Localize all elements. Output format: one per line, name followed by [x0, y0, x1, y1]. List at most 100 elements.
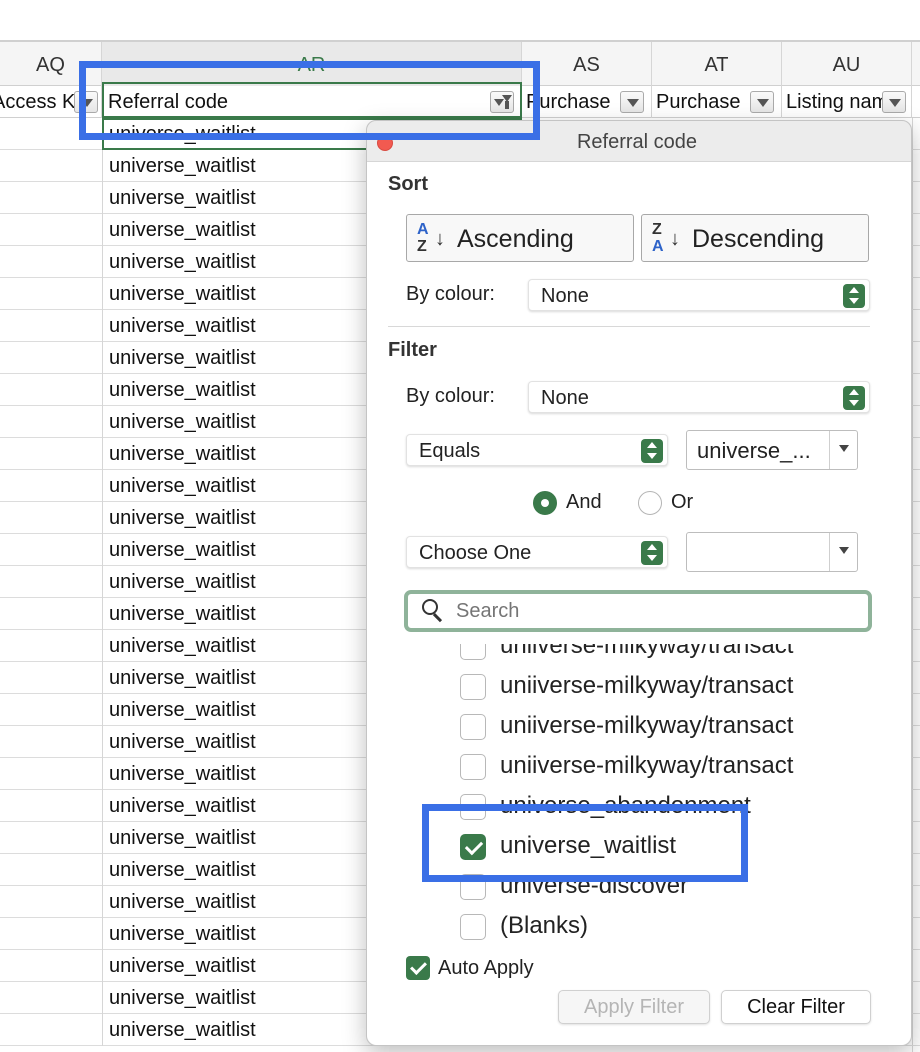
filter-condition-1-select[interactable]: Equals [406, 434, 668, 466]
section-divider [388, 326, 870, 327]
sort-ascending-label: Ascending [457, 225, 574, 253]
sort-section-label: Sort [388, 173, 428, 195]
cell-value: universe_waitlist [109, 475, 256, 497]
cell-value: universe_waitlist [109, 379, 256, 401]
chevron-down-icon [757, 99, 769, 107]
filter-search-field[interactable] [404, 590, 872, 632]
annotation-box-header [79, 61, 540, 140]
chevron-down-icon [839, 445, 849, 452]
cell-value: universe_waitlist [109, 763, 256, 785]
list-item-label: uniiverse-milkyway/transact [500, 644, 794, 659]
list-item-label: uniiverse-milkyway/transact [500, 672, 794, 699]
or-radio[interactable] [638, 491, 662, 515]
cell-value: universe_waitlist [109, 411, 256, 433]
arrow-down-icon: ↓ [670, 228, 680, 250]
up-down-stepper-icon [641, 541, 663, 565]
sort-icon-letter: A [652, 238, 664, 255]
sort-descending-button[interactable]: Z A ↓ Descending [641, 214, 869, 262]
cell-value: universe_waitlist [109, 219, 256, 241]
filter-value-2-combobox[interactable] [686, 532, 858, 572]
up-down-stepper-icon [843, 284, 865, 308]
list-item[interactable]: (Blanks) [406, 906, 870, 942]
select-value: Choose One [419, 542, 532, 564]
sort-icon-letter: A [417, 221, 429, 238]
up-down-stepper-icon [641, 439, 663, 463]
sort-icon-letter: Z [652, 221, 662, 238]
select-value: Equals [419, 440, 481, 462]
cell-value: universe_waitlist [109, 539, 256, 561]
header-cell-listing-name[interactable]: Listing name [782, 86, 912, 118]
cell-value: universe_waitlist [109, 667, 256, 689]
select-value: None [541, 387, 589, 409]
filter-section-label: Filter [388, 339, 437, 361]
sort-by-colour-select[interactable]: None [528, 279, 870, 311]
list-item[interactable]: uniiverse-milkyway/transact [406, 746, 870, 786]
cell-value: universe_waitlist [109, 507, 256, 529]
list-item-checkbox[interactable] [460, 644, 486, 660]
cell-value: universe_waitlist [109, 251, 256, 273]
header-cell-purchase[interactable]: Purchase [522, 86, 652, 118]
cell-value: universe_waitlist [109, 955, 256, 977]
cell-value: universe_waitlist [109, 635, 256, 657]
header-label: Purchase [656, 91, 741, 113]
search-input[interactable] [456, 596, 856, 626]
header-cell-purchase-2[interactable]: Purchase [652, 86, 782, 118]
cell-value: universe_waitlist [109, 987, 256, 1009]
apply-filter-button[interactable]: Apply Filter [558, 990, 710, 1024]
filter-condition-2-select[interactable]: Choose One [406, 536, 668, 568]
cell-value: universe_waitlist [109, 571, 256, 593]
chevron-down-icon [839, 547, 849, 554]
clear-filter-button[interactable]: Clear Filter [721, 990, 871, 1024]
list-item-checkbox[interactable] [460, 714, 486, 740]
auto-apply-checkbox[interactable] [406, 956, 430, 980]
column-letter-as[interactable]: AS [522, 42, 652, 88]
filter-values-list[interactable]: uniiverse-milkyway/transact uniiverse-mil… [406, 644, 870, 942]
cell-value: universe_waitlist [109, 699, 256, 721]
list-item-checkbox[interactable] [460, 754, 486, 780]
filter-dropdown-button[interactable] [882, 91, 906, 113]
cell-value: universe_waitlist [109, 1019, 256, 1041]
list-item-label: uniiverse-milkyway/transact [500, 712, 794, 739]
cell-value: universe_waitlist [109, 187, 256, 209]
search-icon [422, 599, 444, 623]
select-value: None [541, 285, 589, 307]
cell-value: universe_waitlist [109, 315, 256, 337]
cell-value: universe_waitlist [109, 283, 256, 305]
cell-value: universe_waitlist [109, 891, 256, 913]
cell-value: universe_waitlist [109, 731, 256, 753]
column-letter-au[interactable]: AU [782, 42, 912, 88]
list-item-checkbox[interactable] [460, 674, 486, 700]
filter-dropdown-button[interactable] [620, 91, 644, 113]
cell-value: universe_waitlist [109, 155, 256, 177]
list-item-label: (Blanks) [500, 912, 589, 939]
list-item-checkbox[interactable] [460, 914, 486, 940]
chevron-down-icon [627, 99, 639, 107]
and-radio[interactable] [533, 491, 557, 515]
cell-value: universe_waitlist [109, 347, 256, 369]
annotation-box-waitlist [422, 804, 748, 882]
combobox-dropdown-button[interactable] [829, 533, 857, 571]
sort-ascending-button[interactable]: A Z ↓ Ascending [406, 214, 634, 262]
filter-by-colour-select[interactable]: None [528, 381, 870, 413]
filter-dropdown-button[interactable] [750, 91, 774, 113]
sort-by-colour-label: By colour: [406, 283, 495, 305]
cell-value: universe_waitlist [109, 603, 256, 625]
column-letter-at[interactable]: AT [652, 42, 782, 88]
or-radio-label: Or [671, 491, 694, 513]
cell-value: universe_waitlist [109, 795, 256, 817]
cell-value: universe_waitlist [109, 859, 256, 881]
chevron-down-icon [889, 99, 901, 107]
auto-apply-label: Auto Apply [438, 957, 534, 979]
combobox-dropdown-button[interactable] [829, 431, 857, 469]
list-item[interactable]: uniiverse-milkyway/transact [406, 644, 870, 666]
sort-ascending-icon: A Z ↓ [417, 221, 453, 257]
list-item[interactable]: uniiverse-milkyway/transact [406, 666, 870, 706]
combobox-value: universe_... [697, 438, 811, 463]
cell-value: universe_waitlist [109, 923, 256, 945]
list-item[interactable]: uniiverse-milkyway/transact [406, 706, 870, 746]
cell-value: universe_waitlist [109, 827, 256, 849]
list-item-label: uniiverse-milkyway/transact [500, 752, 794, 779]
up-down-stepper-icon [843, 386, 865, 410]
filter-value-1-combobox[interactable]: universe_... [686, 430, 858, 470]
cell-value: universe_waitlist [109, 443, 256, 465]
